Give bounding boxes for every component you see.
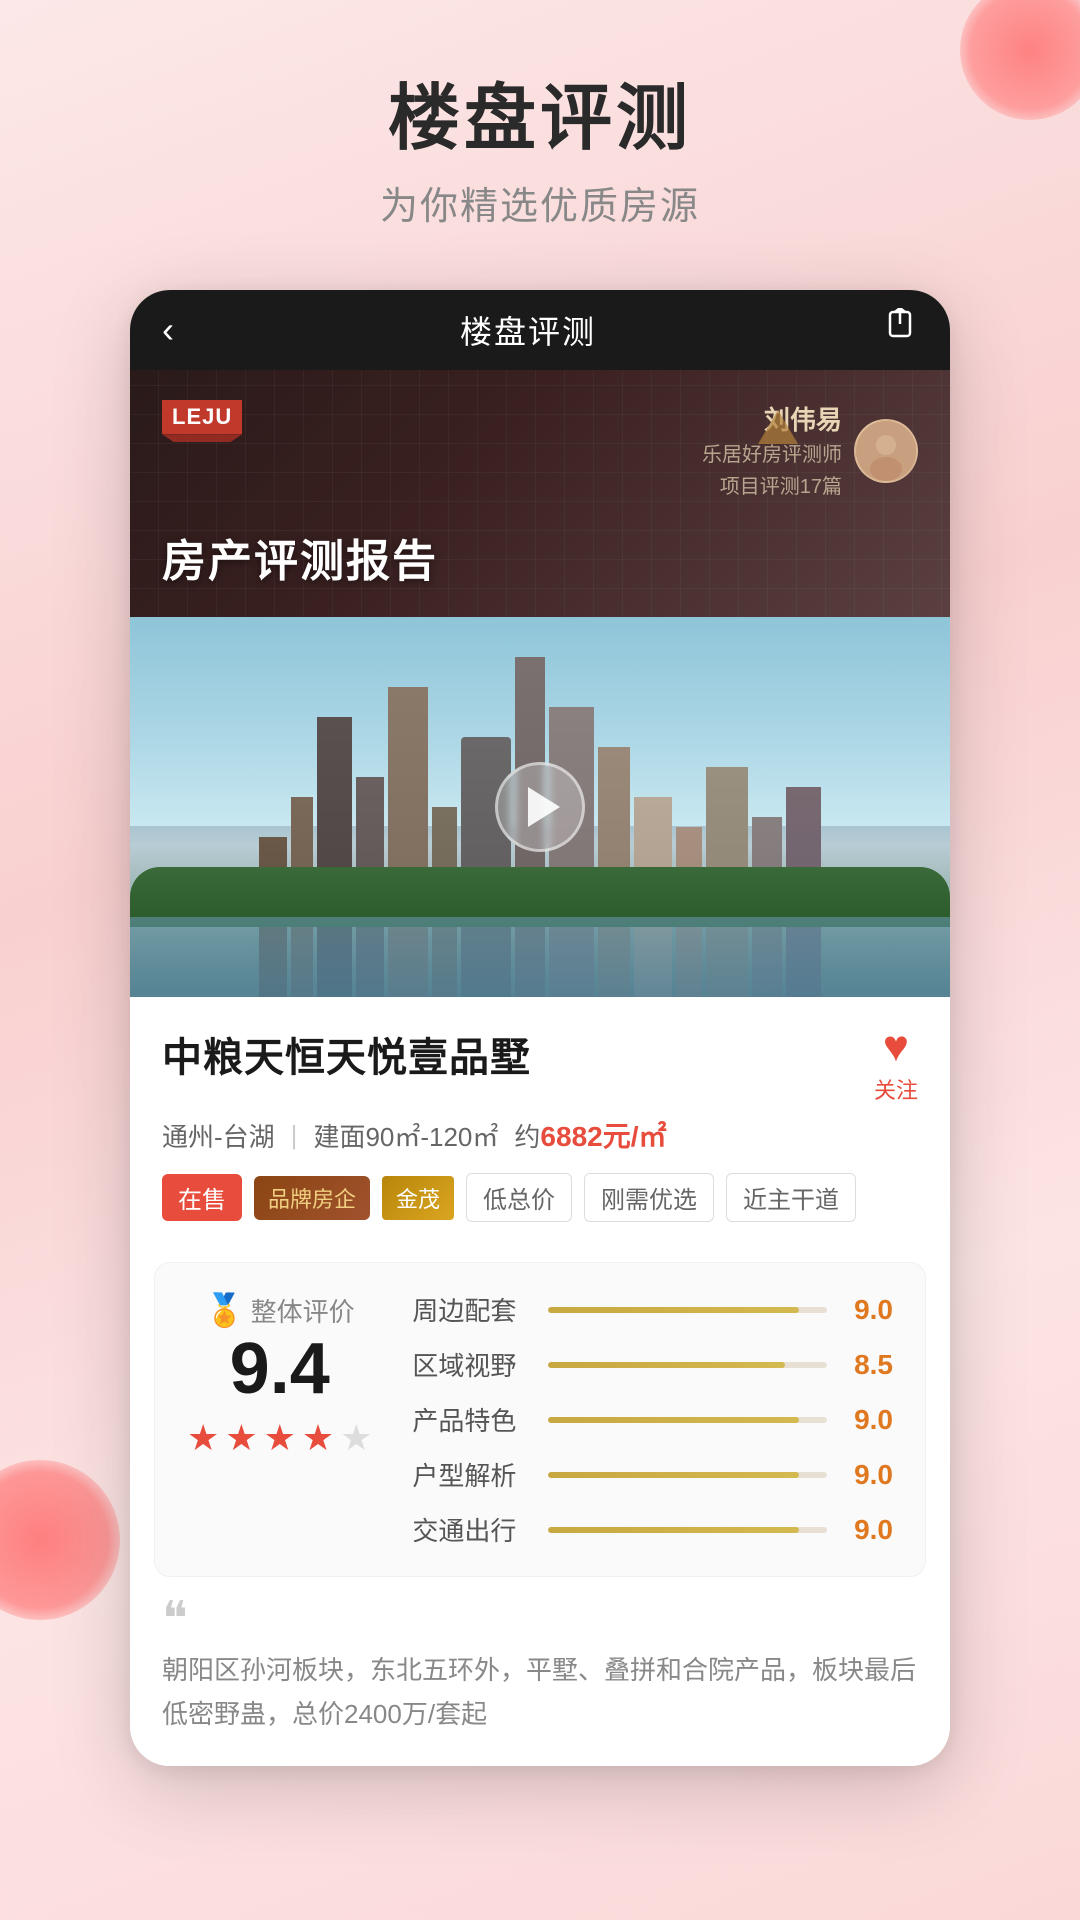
tag-sale: 在售 <box>162 1174 242 1221</box>
property-area: 建面90㎡-120㎡ <box>313 1117 498 1154</box>
overall-score: 9.4 <box>230 1333 330 1405</box>
stars-row: ★ ★ ★ ★ ★ <box>187 1417 372 1459</box>
rating-section: 🏅 整体评价 9.4 ★ ★ ★ ★ ★ 周边配套 <box>154 1262 926 1577</box>
property-details: 通州-台湖 | 建面90㎡-120㎡ 约6882元/㎡ <box>162 1115 918 1155</box>
star-1: ★ <box>187 1417 219 1459</box>
overall-label: 整体评价 <box>251 1292 355 1329</box>
page-subtitle: 为你精选优质房源 <box>0 175 1080 230</box>
rating-item-transport: 交通出行 9.0 <box>412 1511 893 1548</box>
property-tags: 在售 品牌房企 金茂 低总价 刚需优选 近主干道 <box>162 1173 918 1222</box>
overall-rating: 🏅 整体评价 9.4 ★ ★ ★ ★ ★ <box>187 1291 372 1459</box>
reviewer-info: 刘伟易 乐居好房评测师 项目评测17篇 <box>702 400 918 501</box>
property-name: 中粮天恒天悦壹品墅 <box>162 1025 531 1083</box>
description-section: ❝ 朝阳区孙河板块，东北五环外，平墅、叠拼和合院产品，板块最后低密野蛊，总价24… <box>130 1601 950 1766</box>
tag-main-road: 近主干道 <box>726 1173 856 1222</box>
property-info: 中粮天恒天悦壹品墅 ♥ 关注 通州-台湖 | 建面90㎡-120㎡ 约6882元… <box>130 997 950 1242</box>
reviewer-desc-line1: 乐居好房评测师 <box>702 441 842 469</box>
page-title: 楼盘评测 <box>0 80 1080 159</box>
video-section[interactable] <box>130 617 950 997</box>
tag-low-price: 低总价 <box>466 1173 572 1222</box>
star-5: ★ <box>340 1417 372 1459</box>
quote-mark: ❝ <box>162 1601 918 1639</box>
laurel-left-icon: 🏅 <box>205 1291 245 1329</box>
star-4: ★ <box>302 1417 334 1459</box>
tag-brand: 品牌房企 <box>254 1176 370 1220</box>
rating-item-layout: 户型解析 9.0 <box>412 1456 893 1493</box>
star-3: ★ <box>264 1417 296 1459</box>
decorative-blob-bottom <box>0 1460 120 1620</box>
rating-item-surroundings: 周边配套 9.0 <box>412 1291 893 1328</box>
report-banner: LEJU 刘伟易 乐居好房评测师 项目评测17篇 房产评测报告 <box>130 370 950 617</box>
play-triangle-icon <box>528 787 560 827</box>
tag-rigid-demand: 刚需优选 <box>584 1173 714 1222</box>
favorite-label: 关注 <box>874 1073 918 1105</box>
report-title: 房产评测报告 <box>162 525 918 589</box>
phone-mockup: ‹ 楼盘评测 LEJU 刘伟易 乐居好房评测师 项目评测17篇 <box>130 290 950 1766</box>
share-button[interactable] <box>882 308 918 352</box>
page-header: 楼盘评测 为你精选优质房源 <box>0 0 1080 270</box>
back-button[interactable]: ‹ <box>162 312 174 348</box>
star-2: ★ <box>225 1417 257 1459</box>
rating-item-product: 产品特色 9.0 <box>412 1401 893 1438</box>
water-reflection <box>130 917 950 997</box>
reviewer-desc-line2: 项目评测17篇 <box>702 473 842 501</box>
heart-icon: ♥ <box>883 1025 909 1069</box>
banner-triangle-decoration <box>758 410 798 444</box>
app-header-title: 楼盘评测 <box>460 307 596 353</box>
app-header: ‹ 楼盘评测 <box>130 290 950 370</box>
rating-item-view: 区域视野 8.5 <box>412 1346 893 1383</box>
property-price: 约6882元/㎡ <box>514 1115 666 1155</box>
favorite-button[interactable]: ♥ 关注 <box>874 1025 918 1105</box>
leju-badge: LEJU <box>162 400 242 434</box>
property-location: 通州-台湖 <box>162 1117 275 1154</box>
ratings-list: 周边配套 9.0 区域视野 8.5 产品特色 <box>412 1291 893 1548</box>
reviewer-avatar <box>854 419 918 483</box>
tag-jinmao: 金茂 <box>382 1176 454 1220</box>
play-button[interactable] <box>495 762 585 852</box>
description-text: 朝阳区孙河板块，东北五环外，平墅、叠拼和合院产品，板块最后低密野蛊，总价2400… <box>162 1648 918 1736</box>
